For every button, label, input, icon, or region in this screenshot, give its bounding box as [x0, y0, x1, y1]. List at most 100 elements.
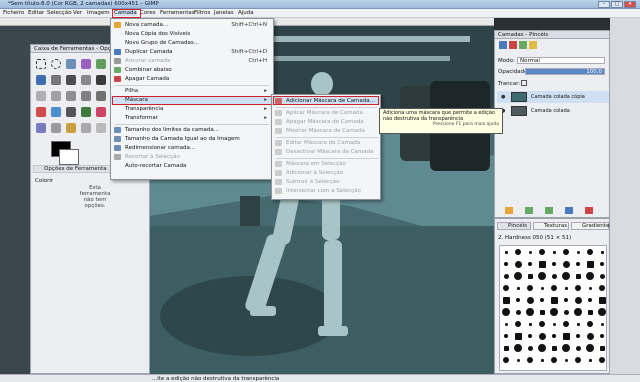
brush-item[interactable] — [503, 357, 509, 363]
menu-item[interactable]: Tamanho da Camada Igual ao da Imagem — [111, 135, 273, 143]
brush-item[interactable] — [503, 273, 509, 279]
brush-item[interactable] — [514, 272, 522, 280]
brush-item[interactable] — [540, 358, 544, 362]
menu-filters[interactable]: Filtros — [194, 10, 210, 16]
bucket-icon[interactable] — [36, 107, 46, 117]
brush-item[interactable] — [576, 262, 580, 266]
paths-tab-icon[interactable] — [519, 41, 527, 49]
scale-tool-icon[interactable] — [66, 91, 76, 101]
menu-item[interactable]: Redimensionar camada... — [111, 144, 273, 152]
brush-item[interactable] — [562, 332, 570, 340]
submenu-item[interactable]: Adicionar à Selecção — [272, 169, 380, 177]
submenu-item[interactable]: Intersectar com a Selecção — [272, 187, 380, 195]
brush-item[interactable] — [551, 273, 557, 279]
brush-item[interactable] — [564, 286, 568, 290]
brush-item[interactable] — [550, 308, 558, 316]
brush-item[interactable] — [599, 345, 605, 351]
brush-item[interactable] — [504, 250, 508, 254]
brush-item[interactable] — [540, 286, 544, 290]
brush-item[interactable] — [551, 285, 557, 291]
brush-item[interactable] — [515, 249, 521, 255]
brush-item[interactable] — [599, 273, 605, 279]
ellipse-select-icon[interactable] — [51, 59, 61, 69]
perspective-icon[interactable] — [96, 91, 106, 101]
brush-item[interactable] — [527, 345, 533, 351]
brush-item[interactable] — [528, 250, 532, 254]
brush-item[interactable] — [599, 357, 605, 363]
brush-item[interactable] — [504, 322, 508, 326]
lasso-icon[interactable] — [66, 59, 76, 69]
menu-item[interactable]: Transparência ▸ — [111, 105, 273, 113]
brush-item[interactable] — [576, 322, 580, 326]
brush-item[interactable] — [564, 358, 568, 362]
menu-item[interactable]: Recortar à Selecção — [111, 153, 273, 161]
submenu-item[interactable]: Desactivar Máscara de Camada — [272, 148, 380, 156]
menu-edit[interactable]: Editar — [28, 10, 44, 16]
brush-item[interactable] — [504, 262, 508, 266]
menu-help[interactable]: Ajuda — [238, 10, 254, 16]
layer-name[interactable]: Camada colada cópia — [531, 91, 585, 103]
smudge-icon[interactable] — [81, 123, 91, 133]
brush-item[interactable] — [515, 309, 521, 315]
brush-item[interactable] — [588, 286, 592, 290]
brush-item[interactable] — [576, 334, 580, 338]
brush-item[interactable] — [527, 357, 533, 363]
menu-item[interactable]: Nova camada... Shift+Ctrl+N — [111, 21, 273, 29]
crop-tool-icon[interactable] — [36, 91, 46, 101]
submenu-item[interactable]: Máscara em Selecção — [272, 160, 380, 168]
fuzzy-select-icon[interactable] — [81, 59, 91, 69]
undo-tab-icon[interactable] — [529, 41, 537, 49]
brush-item[interactable] — [574, 296, 582, 304]
move-icon[interactable] — [96, 75, 106, 85]
brush-item[interactable] — [539, 309, 545, 315]
raise-layer-icon[interactable] — [525, 207, 533, 214]
lock-pixels-checkbox[interactable] — [521, 80, 527, 86]
brush-item[interactable] — [552, 262, 556, 266]
brush-item[interactable] — [538, 260, 546, 268]
menu-colors[interactable]: Cores — [140, 10, 156, 16]
shear-icon[interactable] — [81, 91, 91, 101]
color-select-icon[interactable] — [96, 59, 106, 69]
menu-item[interactable]: Transformar ▸ — [111, 114, 273, 122]
mode-select[interactable]: Normal — [517, 57, 605, 64]
brush-item[interactable] — [562, 272, 570, 280]
new-layer-icon[interactable] — [505, 207, 513, 214]
brush-item[interactable] — [598, 308, 606, 316]
menu-item[interactable]: Pilha ▸ — [111, 87, 273, 95]
brush-item[interactable] — [550, 296, 558, 304]
brush-item[interactable] — [586, 332, 594, 340]
opacity-slider[interactable]: 100,0 — [525, 68, 605, 75]
brush-item[interactable] — [516, 298, 520, 302]
measure-icon[interactable] — [81, 75, 91, 85]
menu-item[interactable]: Combinar abaixo — [111, 66, 273, 74]
brush-item[interactable] — [586, 272, 594, 280]
channels-tab-icon[interactable] — [509, 41, 517, 49]
brush-item[interactable] — [527, 285, 533, 291]
brush-item[interactable] — [526, 308, 534, 316]
brush-item[interactable] — [502, 296, 510, 304]
brush-item[interactable] — [552, 322, 556, 326]
brush-item[interactable] — [562, 344, 570, 352]
brush-item[interactable] — [552, 334, 556, 338]
brush-item[interactable] — [588, 298, 592, 302]
brush-item[interactable] — [540, 298, 544, 302]
brush-item[interactable] — [575, 357, 581, 363]
brush-item[interactable] — [504, 334, 508, 338]
menu-item[interactable]: Auto-recortar Camada — [111, 162, 273, 170]
submenu-item[interactable]: Apagar Máscara de Camada — [272, 118, 380, 126]
zoom-icon[interactable] — [66, 75, 76, 85]
maximize-button[interactable]: □ — [611, 1, 623, 8]
brush-item[interactable] — [587, 321, 593, 327]
tab-gradients[interactable]: Gradientes — [571, 222, 612, 230]
delete-layer-icon[interactable] — [585, 207, 593, 214]
submenu-item[interactable]: Editar Máscara de Camada — [272, 139, 380, 147]
dodge-icon[interactable] — [96, 123, 106, 133]
submenu-item[interactable]: Mostrar Máscara de Camada — [272, 127, 380, 135]
brush-item[interactable] — [538, 332, 546, 340]
brush-item[interactable] — [516, 358, 520, 362]
layers-tab-icon[interactable] — [499, 41, 507, 49]
brush-item[interactable] — [564, 298, 568, 302]
rotate-icon[interactable] — [51, 91, 61, 101]
close-button[interactable]: ✕ — [624, 1, 636, 8]
brush-item[interactable] — [528, 322, 532, 326]
